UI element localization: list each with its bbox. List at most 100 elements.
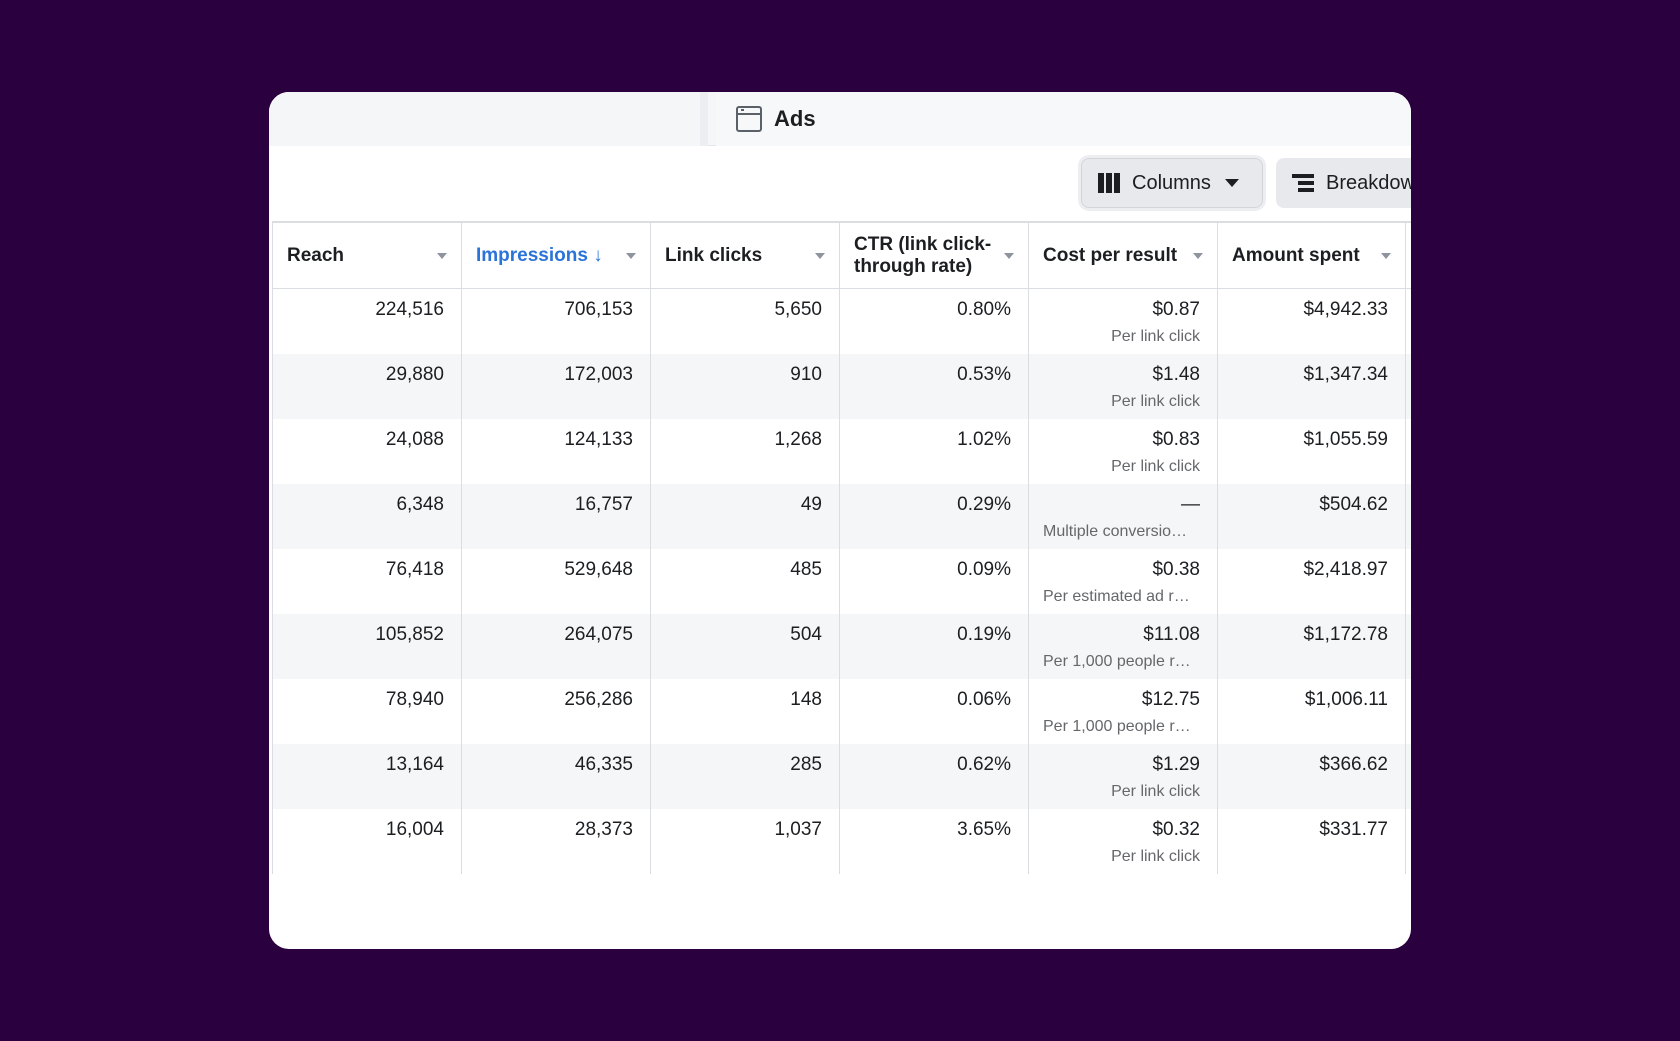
column-header-impressions[interactable]: Impressions ↓: [461, 223, 650, 289]
cell-ctr: 0.19%: [839, 614, 1028, 679]
cell-ctr: 0.53%: [839, 354, 1028, 419]
cell-value: $12.75: [1141, 689, 1200, 710]
cell-amount-spent: $331.77: [1217, 809, 1406, 874]
tab-bar: Ads: [269, 92, 1411, 146]
cell-value: 485: [790, 559, 822, 580]
cell-value: —: [1181, 494, 1200, 515]
table-row[interactable]: 105,852 264,075 504 0.19% $11.08 Per 1,000 pe…: [272, 614, 1411, 679]
cell-impressions: 172,003: [461, 354, 650, 419]
cost-result-type: Multiple conversio…: [1043, 523, 1188, 540]
cell-impressions: 46,335: [461, 744, 650, 809]
cell-ctr: 0.09%: [839, 549, 1028, 614]
cost-result-type: Per link click: [1111, 458, 1200, 475]
column-menu-caret-icon[interactable]: [815, 253, 825, 259]
chevron-down-icon: [1224, 179, 1239, 187]
ads-window-icon: [736, 106, 762, 132]
cell-amount-spent: $504.62: [1217, 484, 1406, 549]
cell-link-clicks: 910: [650, 354, 839, 419]
cell-cost-per-result: $0.87 Per link click: [1028, 289, 1217, 354]
cell-value: 105,852: [375, 624, 444, 645]
cost-result-type: Per 1,000 people r…: [1043, 653, 1191, 670]
cell-value: $1,055.59: [1303, 429, 1388, 450]
cell-link-clicks: 1,268: [650, 419, 839, 484]
cell-amount-spent: $366.62: [1217, 744, 1406, 809]
table-row[interactable]: 78,940 256,286 148 0.06% $12.75 Per 1,000 peo…: [272, 679, 1411, 744]
cell-value: $1,006.11: [1304, 689, 1388, 710]
column-menu-caret-icon[interactable]: [626, 253, 636, 259]
column-menu-caret-icon[interactable]: [1193, 253, 1203, 259]
cell-value: $366.62: [1319, 754, 1388, 775]
cell-value: 0.62%: [957, 754, 1011, 775]
cell-reach: 105,852: [272, 614, 461, 679]
cell-value: 124,133: [564, 429, 633, 450]
cell-ctr: 0.29%: [839, 484, 1028, 549]
column-header-label: Amount spent: [1232, 245, 1360, 266]
cell-value: $0.87: [1152, 299, 1200, 320]
cell-value: 0.09%: [957, 559, 1011, 580]
column-header-amount-spent[interactable]: Amount spent: [1217, 223, 1406, 289]
cell-link-clicks: 5,650: [650, 289, 839, 354]
column-header-link-clicks[interactable]: Link clicks: [650, 223, 839, 289]
breakdown-icon: [1292, 172, 1314, 194]
cell-value: $0.32: [1152, 819, 1200, 840]
columns-icon: [1098, 173, 1120, 193]
cell-impressions: 28,373: [461, 809, 650, 874]
cell-value: 910: [790, 364, 822, 385]
cell-reach: 224,516: [272, 289, 461, 354]
table-row[interactable]: 29,880 172,003 910 0.53% $1.48 Per link click…: [272, 354, 1411, 419]
cell-link-clicks: 285: [650, 744, 839, 809]
tab-previous[interactable]: [269, 92, 708, 146]
table-header: Reach Impressions ↓ Link clicks CTR (link c…: [272, 223, 1411, 289]
tab-ads[interactable]: Ads: [716, 92, 1411, 146]
columns-label: Columns: [1132, 171, 1211, 194]
column-menu-caret-icon[interactable]: [1381, 253, 1391, 259]
cost-result-type: Per link click: [1111, 328, 1200, 345]
table-row[interactable]: 16,004 28,373 1,037 3.65% $0.32 Per link clic…: [272, 809, 1411, 874]
cell-value: 706,153: [564, 299, 633, 320]
cell-cost-per-result: — Multiple conversio…: [1028, 484, 1217, 549]
column-menu-caret-icon[interactable]: [1004, 253, 1014, 259]
table-row[interactable]: 24,088 124,133 1,268 1.02% $0.83 Per link cli…: [272, 419, 1411, 484]
column-header-ctr[interactable]: CTR (link click-through rate): [839, 223, 1028, 289]
cell-value: 13,164: [385, 754, 444, 775]
table-row[interactable]: 13,164 46,335 285 0.62% $1.29 Per link click $…: [272, 744, 1411, 809]
cell-value: 5,650: [774, 299, 822, 320]
toolbar: Columns Breakdow: [269, 146, 1411, 213]
cell-link-clicks: 49: [650, 484, 839, 549]
column-menu-caret-icon[interactable]: [437, 253, 447, 259]
columns-button[interactable]: Columns: [1081, 158, 1263, 208]
cost-result-type: Per estimated ad r…: [1043, 588, 1190, 605]
tab-ads-label: Ads: [774, 106, 816, 131]
cell-cost-per-result: $11.08 Per 1,000 people r…: [1028, 614, 1217, 679]
cell-link-clicks: 504: [650, 614, 839, 679]
cell-value: 76,418: [385, 559, 444, 580]
cell-value: $331.77: [1319, 819, 1388, 840]
breakdown-label: Breakdow: [1326, 171, 1411, 194]
cell-value: 78,940: [385, 689, 444, 710]
breakdown-button[interactable]: Breakdow: [1276, 158, 1411, 208]
cell-value: 172,003: [564, 364, 633, 385]
cell-reach: 29,880: [272, 354, 461, 419]
cell-amount-spent: $1,006.11: [1217, 679, 1406, 744]
cell-amount-spent: $1,055.59: [1217, 419, 1406, 484]
cell-value: 0.53%: [957, 364, 1011, 385]
cell-value: $1.48: [1152, 364, 1200, 385]
cell-value: 1,268: [774, 429, 822, 450]
table-row[interactable]: 224,516 706,153 5,650 0.80% $0.87 Per link cl…: [272, 289, 1411, 354]
cell-value: 46,335: [574, 754, 633, 775]
cell-value: 0.80%: [957, 299, 1011, 320]
table-row[interactable]: 6,348 16,757 49 0.29% — Multiple conversio… $5…: [272, 484, 1411, 549]
cell-value: 148: [790, 689, 822, 710]
column-header-label: Cost per result: [1043, 245, 1178, 266]
cell-value: $11.08: [1143, 624, 1200, 645]
cell-link-clicks: 1,037: [650, 809, 839, 874]
column-header-reach[interactable]: Reach: [272, 223, 461, 289]
table-row[interactable]: 76,418 529,648 485 0.09% $0.38 Per estimated …: [272, 549, 1411, 614]
cell-value: $1.29: [1152, 754, 1200, 775]
cell-ctr: 1.02%: [839, 419, 1028, 484]
cell-cost-per-result: $0.38 Per estimated ad r…: [1028, 549, 1217, 614]
column-header-cost-per-result[interactable]: Cost per result: [1028, 223, 1217, 289]
column-header-label: Reach: [287, 245, 345, 266]
cell-ctr: 0.06%: [839, 679, 1028, 744]
cell-cost-per-result: $0.83 Per link click: [1028, 419, 1217, 484]
